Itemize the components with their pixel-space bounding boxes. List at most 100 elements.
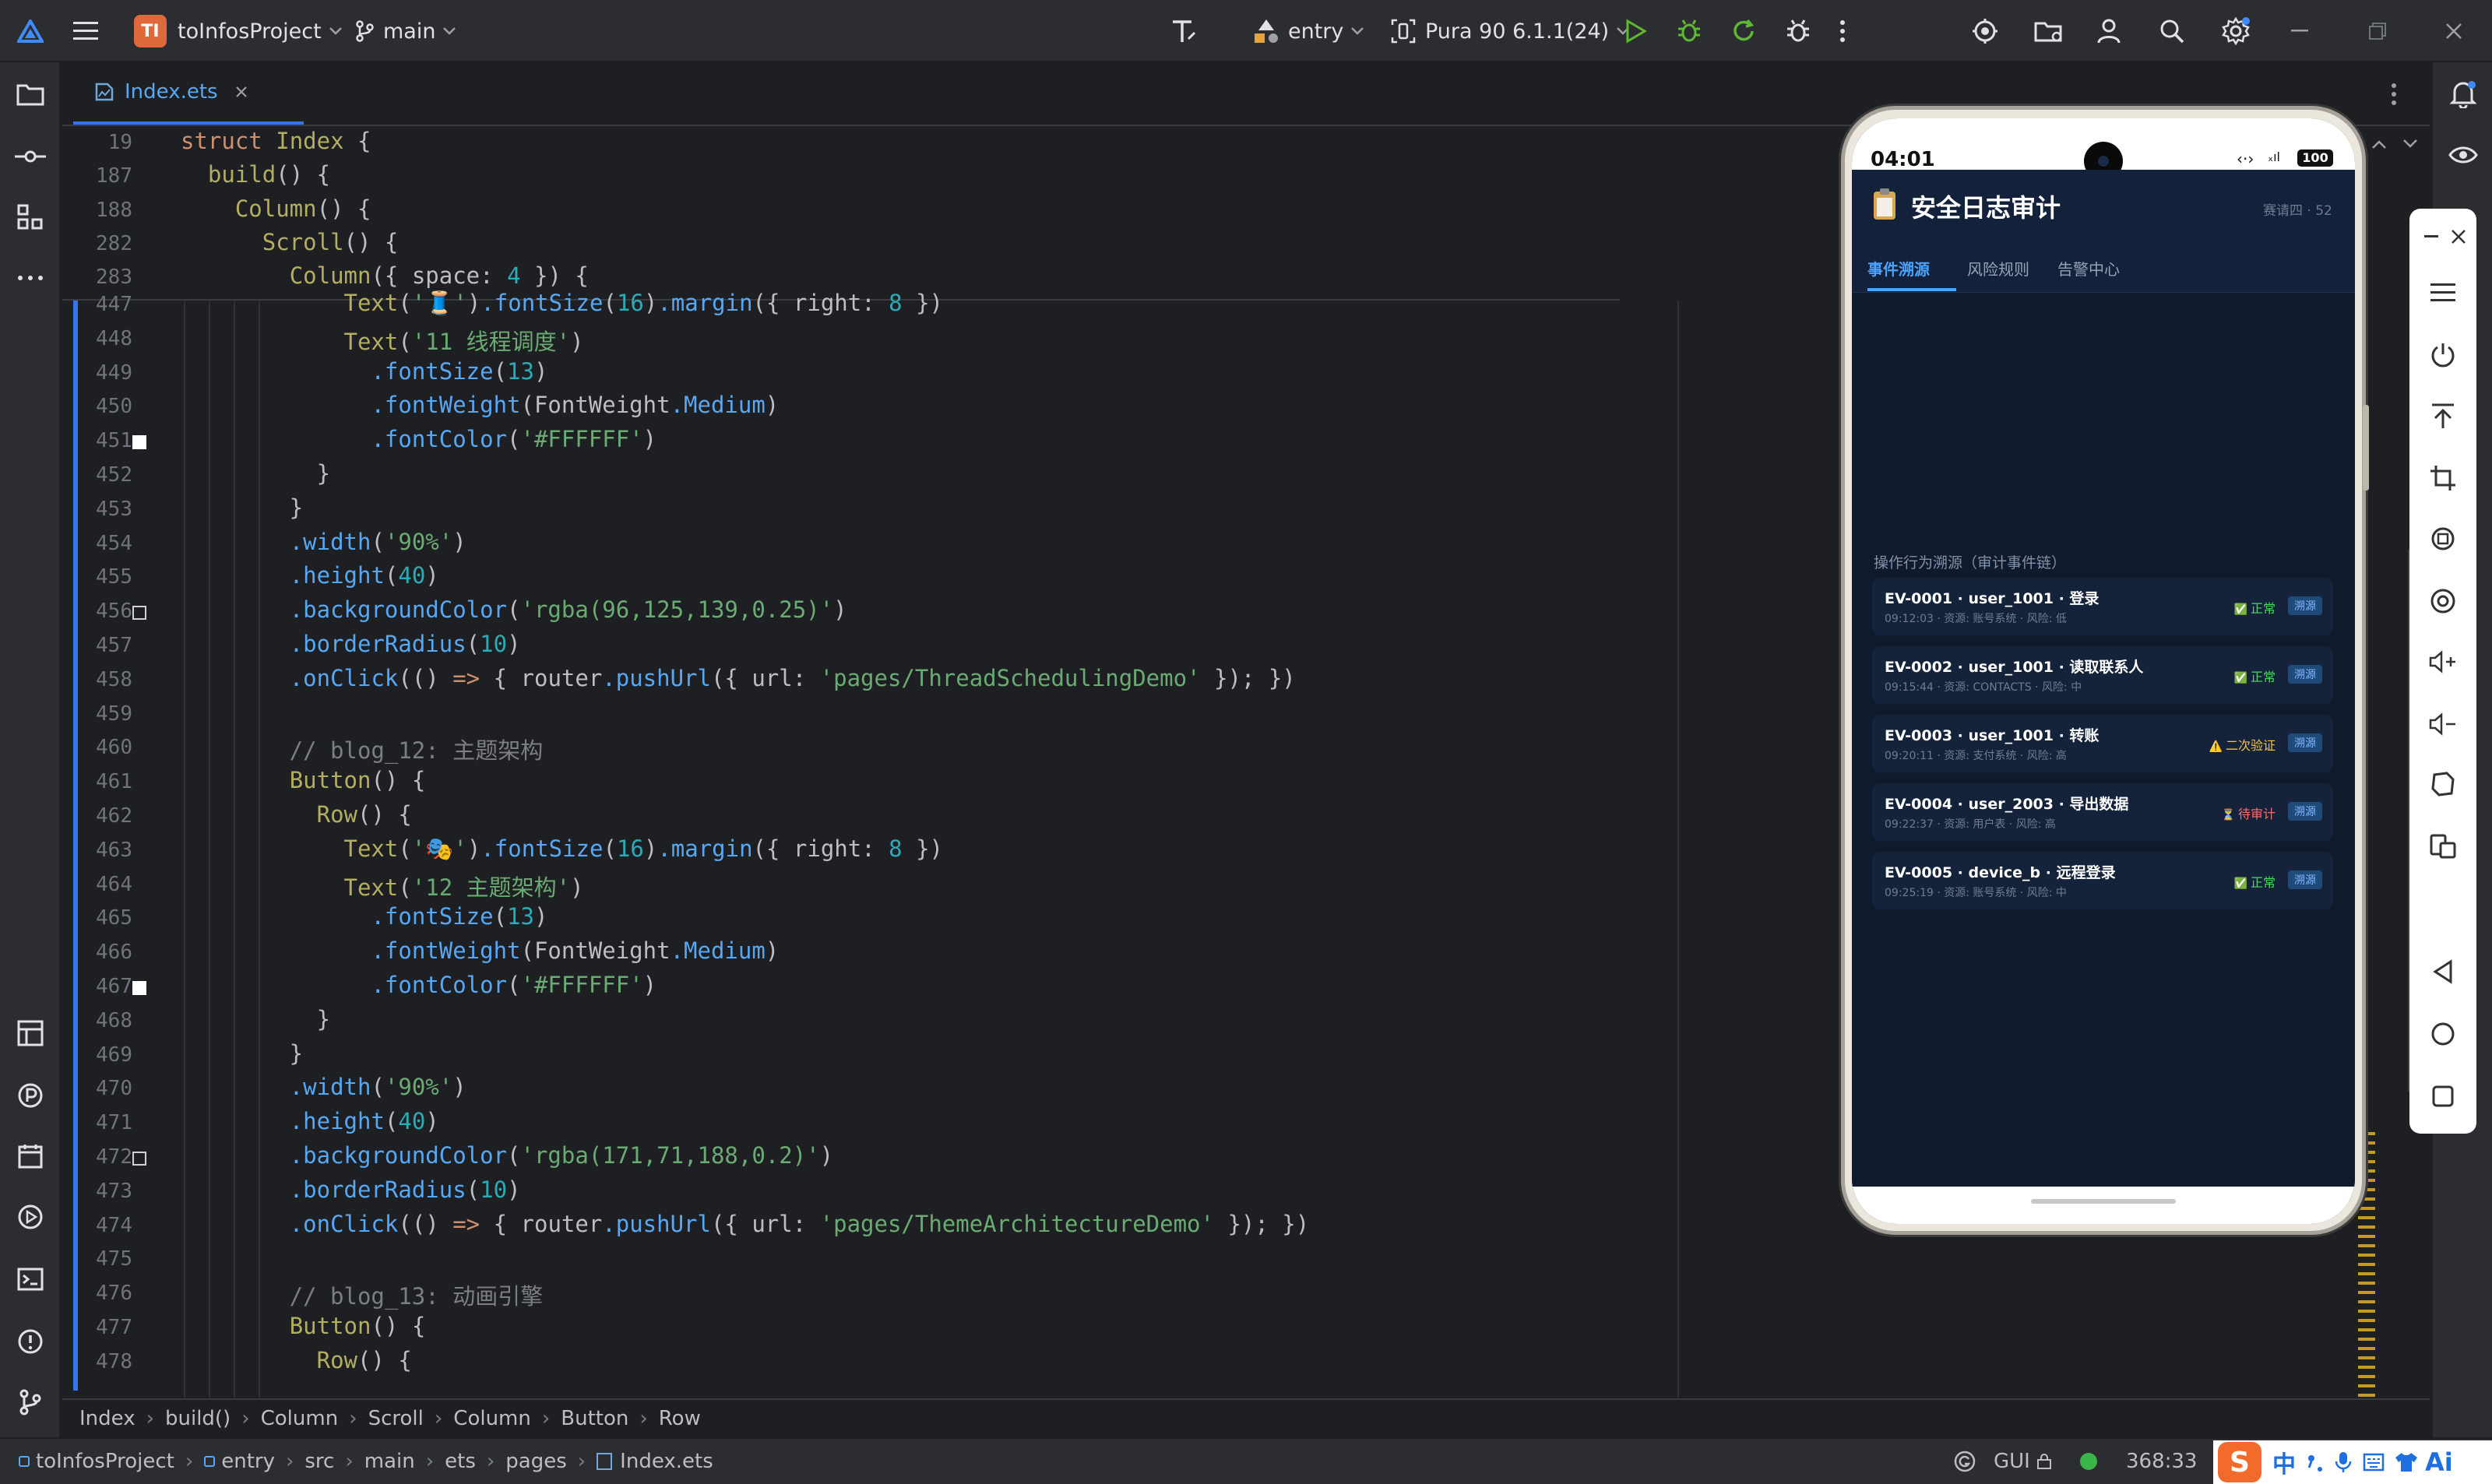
line-number[interactable]: 454 xyxy=(62,532,132,555)
device-manager-icon[interactable] xyxy=(1972,0,2003,62)
line-number[interactable]: 451 xyxy=(62,429,132,452)
code-line[interactable]: .fontSize(13) xyxy=(181,903,547,930)
line-number[interactable]: 447 xyxy=(62,293,132,316)
code-line[interactable]: Button() { xyxy=(181,767,426,793)
line-number[interactable]: 474 xyxy=(62,1214,132,1237)
breadcrumb-item[interactable]: Row xyxy=(659,1407,701,1430)
path-item[interactable]: entry xyxy=(221,1450,275,1473)
sticky-code-line[interactable]: build() { xyxy=(181,161,330,188)
code-line[interactable]: .width('90%') xyxy=(181,529,466,555)
search-icon[interactable] xyxy=(2159,0,2190,62)
line-number[interactable]: 463 xyxy=(62,839,132,862)
branch-selector[interactable]: main xyxy=(355,0,456,62)
volume-down-icon[interactable] xyxy=(2426,707,2460,741)
app-logo-icon[interactable] xyxy=(17,0,48,62)
line-number[interactable]: 188 xyxy=(62,199,132,222)
line-number[interactable]: 476 xyxy=(62,1282,132,1305)
problems-icon[interactable] xyxy=(14,1325,47,1358)
emulator-menu-icon[interactable] xyxy=(2426,276,2460,310)
code-line[interactable]: .fontSize(13) xyxy=(181,358,547,385)
line-number[interactable]: 467 xyxy=(62,975,132,998)
code-line[interactable]: } xyxy=(181,1040,303,1067)
record-screen-icon[interactable] xyxy=(2426,584,2460,618)
app-tab-2[interactable]: 风险规则 xyxy=(1967,257,2029,280)
breadcrumb-item[interactable]: Column xyxy=(453,1407,531,1430)
breadcrumb-item[interactable]: build() xyxy=(165,1407,231,1430)
code-line[interactable]: .fontWeight(FontWeight.Medium) xyxy=(181,392,779,418)
line-number[interactable]: 477 xyxy=(62,1316,132,1339)
cursor-position[interactable]: 368:33 xyxy=(2126,1450,2197,1473)
line-number[interactable]: 457 xyxy=(62,634,132,657)
sticky-code-line[interactable]: Column() { xyxy=(181,195,371,222)
microphone-icon[interactable] xyxy=(2335,1451,2352,1474)
path-item[interactable]: src xyxy=(304,1450,334,1473)
emulator-screen[interactable]: 04:01 ‹·› ₓıl 100 安全日志审计 赛请四 · 52 事件溯源 风险… xyxy=(1852,118,2355,1224)
run-icon[interactable] xyxy=(1624,0,1656,62)
line-number[interactable]: 464 xyxy=(62,873,132,896)
line-number[interactable]: 452 xyxy=(62,463,132,487)
event-card[interactable]: EV-0002 · user_1001 · 读取联系人 09:15:44 · 资源… xyxy=(1872,646,2333,704)
line-number[interactable]: 472 xyxy=(62,1145,132,1169)
account-icon[interactable] xyxy=(2096,0,2128,62)
crop-screenshot-icon[interactable] xyxy=(2426,461,2460,495)
terminal-icon[interactable] xyxy=(14,1263,47,1296)
text-tool-icon[interactable] xyxy=(1168,0,1206,62)
previewer-eye-icon[interactable] xyxy=(2447,139,2480,171)
event-card[interactable]: EV-0004 · user_2003 · 导出数据 09:22:37 · 资源:… xyxy=(1872,783,2333,841)
version-control-icon[interactable] xyxy=(14,1386,47,1419)
code-line[interactable]: } xyxy=(181,494,303,521)
module-selector[interactable]: entry xyxy=(1252,0,1364,62)
line-number[interactable]: 450 xyxy=(62,395,132,418)
code-line[interactable]: .fontColor('#FFFFFF') xyxy=(181,426,656,452)
code-line[interactable]: .fontColor('#FFFFFF') xyxy=(181,972,656,998)
trace-button[interactable]: 溯源 xyxy=(2288,596,2322,615)
path-item[interactable]: toInfosProject xyxy=(36,1450,174,1473)
power-icon[interactable] xyxy=(2426,338,2460,372)
close-tab-icon[interactable] xyxy=(235,86,248,98)
home-circle-icon[interactable] xyxy=(2426,1017,2460,1051)
event-card[interactable]: EV-0001 · user_1001 · 登录 09:12:03 · 资源: 账… xyxy=(1872,578,2333,635)
app-tab-3[interactable]: 告警中心 xyxy=(2057,257,2120,280)
line-number[interactable]: 478 xyxy=(62,1350,132,1373)
skin-shirt-icon[interactable] xyxy=(2394,1451,2419,1473)
code-line[interactable]: } xyxy=(181,1006,330,1032)
line-number[interactable]: 449 xyxy=(62,361,132,385)
path-item[interactable]: Index.ets xyxy=(620,1450,713,1473)
fold-device-icon[interactable] xyxy=(2426,768,2460,802)
breadcrumb-item[interactable]: Button xyxy=(561,1407,628,1430)
line-number[interactable]: 468 xyxy=(62,1009,132,1032)
line-number[interactable]: 187 xyxy=(62,164,132,188)
code-line[interactable]: Row() { xyxy=(181,801,412,828)
todo-icon[interactable] xyxy=(14,1140,47,1173)
window-close-button[interactable] xyxy=(2445,0,2469,62)
ime-chinese-mode[interactable]: 中 xyxy=(2272,1445,2296,1479)
line-number[interactable]: 448 xyxy=(62,327,132,350)
code-line[interactable]: Text('11 线程调度') xyxy=(181,324,584,357)
path-item[interactable]: ets xyxy=(445,1450,476,1473)
color-swatch-icon[interactable] xyxy=(132,435,146,450)
line-number[interactable]: 459 xyxy=(62,702,132,726)
code-line[interactable]: Text('🎭').fontSize(16).margin({ right: 8… xyxy=(181,835,944,863)
color-swatch-icon[interactable] xyxy=(132,606,146,621)
emulator-close-icon[interactable] xyxy=(2445,220,2472,254)
line-number[interactable]: 19 xyxy=(62,131,132,154)
apply-changes-icon[interactable] xyxy=(1730,0,1762,62)
line-number[interactable]: 469 xyxy=(62,1043,132,1067)
line-number[interactable]: 475 xyxy=(62,1247,132,1271)
line-number[interactable]: 453 xyxy=(62,498,132,521)
emulator-minimize-icon[interactable] xyxy=(2414,220,2448,254)
line-number[interactable]: 471 xyxy=(62,1111,132,1134)
commit-icon[interactable] xyxy=(14,140,47,173)
upload-top-icon[interactable] xyxy=(2426,399,2460,433)
chevron-down-icon[interactable] xyxy=(2403,137,2417,152)
code-line[interactable]: .height(40) xyxy=(181,1108,439,1134)
trace-button[interactable]: 溯源 xyxy=(2288,802,2322,821)
code-line[interactable]: .onClick(() => { router.pushUrl({ url: '… xyxy=(181,665,1296,691)
structure-icon[interactable] xyxy=(14,201,47,234)
project-selector[interactable]: TI toInfosProject xyxy=(134,0,342,62)
punctuation-icon[interactable] xyxy=(2307,1452,2324,1472)
code-line[interactable]: } xyxy=(181,460,330,487)
path-item[interactable]: main xyxy=(364,1450,415,1473)
code-line[interactable]: Row() { xyxy=(181,1347,412,1373)
sticky-code-line[interactable]: Column({ space: 4 }) { xyxy=(181,262,589,289)
